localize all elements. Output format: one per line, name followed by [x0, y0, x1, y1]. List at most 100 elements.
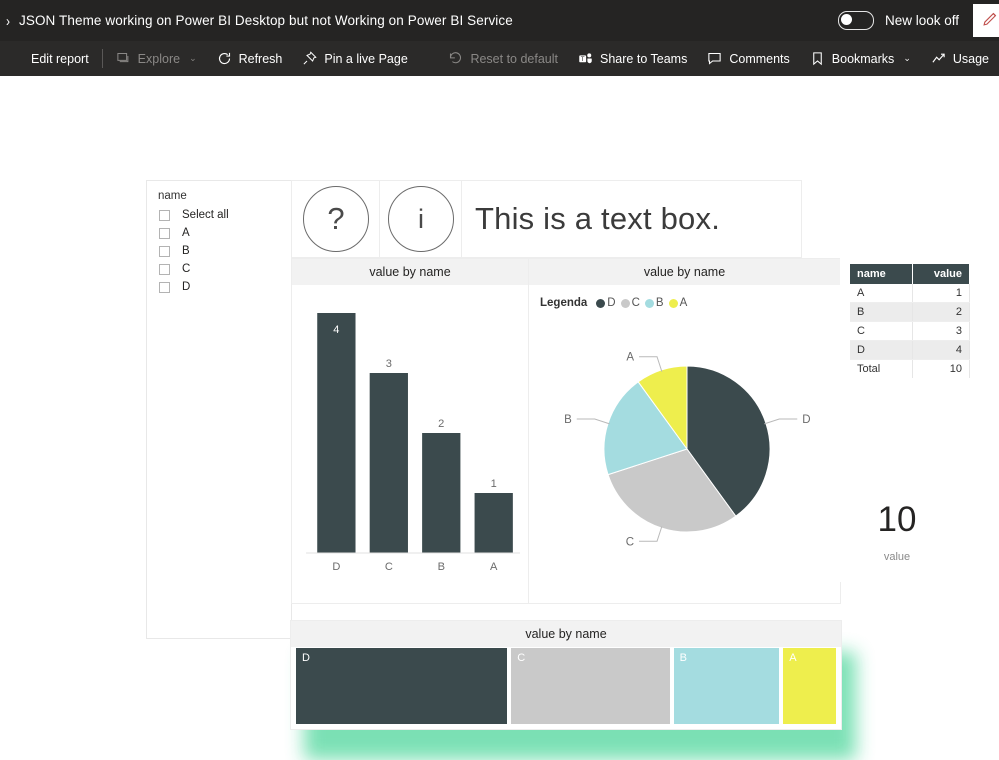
breadcrumb[interactable]: › JSON Theme working on Power BI Desktop… — [0, 13, 513, 28]
slicer-option-b[interactable]: B — [147, 243, 291, 260]
refresh-icon — [217, 51, 232, 66]
legend-item-c[interactable]: C — [620, 297, 640, 309]
table-cell-value: 4 — [912, 340, 970, 360]
legend-item-b[interactable]: B — [644, 297, 664, 309]
chevron-down-icon[interactable]: ⌄ — [903, 53, 911, 64]
checkbox-icon[interactable] — [159, 281, 170, 293]
share-to-teams-button[interactable]: T Share to Teams — [568, 41, 697, 76]
pie-data-label: C — [626, 536, 634, 548]
bar[interactable] — [369, 373, 408, 553]
bookmarks-button[interactable]: Bookmarks ⌄ — [800, 41, 921, 76]
bar-data-label: 1 — [491, 478, 497, 490]
pin-live-page-button[interactable]: Pin a live Page — [292, 41, 417, 76]
treemap-cell-label: B — [679, 652, 687, 664]
slicer-option-select-all[interactable]: Select all — [147, 207, 291, 224]
treemap-cell[interactable]: C — [511, 648, 670, 724]
treemap-cell-label: C — [517, 652, 526, 664]
question-glyph: ? — [327, 201, 345, 236]
comment-icon — [707, 51, 722, 66]
new-look-label: New look off — [884, 13, 959, 28]
legend-swatch-icon — [620, 298, 630, 308]
explore-icon — [116, 51, 131, 66]
pie-leader-line — [576, 418, 610, 425]
legend-title: Legenda — [540, 297, 588, 309]
checkbox-icon[interactable] — [159, 263, 170, 275]
pie-chart-plot[interactable]: Legenda D C B A DCBA — [529, 285, 840, 601]
info-glyph: i — [418, 203, 424, 234]
toggle-knob — [840, 14, 852, 25]
refresh-button[interactable]: Refresh — [207, 41, 293, 76]
edit-report-icon — [9, 51, 24, 66]
edit-report-button[interactable]: Edit report — [0, 41, 99, 76]
pie-leader-line — [639, 526, 663, 542]
table-visual[interactable]: name value A 1 B 2 C 3 D 4 Total 10 — [840, 258, 999, 482]
table-row[interactable]: B2 — [850, 302, 970, 322]
treemap-plot[interactable]: DCBA — [296, 648, 836, 724]
new-look-toggle-group[interactable]: New look off — [837, 11, 959, 30]
treemap-cell-label: A — [789, 652, 797, 664]
bar[interactable] — [317, 313, 356, 553]
bar[interactable] — [422, 433, 461, 553]
bar-chart-visual[interactable]: value by name 4 D 3 C 2 B 1 A — [291, 258, 529, 604]
table-row[interactable]: D4 — [850, 340, 970, 360]
pie-legend[interactable]: Legenda D C B A — [529, 285, 840, 309]
new-look-toggle[interactable] — [837, 11, 874, 30]
table-total-value: 10 — [912, 359, 970, 378]
pie-leader-line — [639, 356, 663, 372]
treemap-cell[interactable]: D — [296, 648, 508, 724]
table-row[interactable]: C3 — [850, 321, 970, 341]
usage-metrics-button[interactable]: Usage — [921, 41, 999, 76]
treemap-cell-label: D — [302, 652, 310, 664]
chevron-right-icon[interactable]: › — [6, 13, 10, 28]
text-box-content: This is a text box. — [475, 201, 721, 236]
text-box-visual[interactable]: This is a text box. — [461, 180, 802, 258]
bar-axis-label: B — [438, 561, 445, 573]
checkbox-icon[interactable] — [159, 209, 170, 221]
top-bar: › JSON Theme working on Power BI Desktop… — [0, 0, 999, 41]
table-total-row: Total 10 — [850, 359, 970, 378]
bar-chart-plot[interactable]: 4 D 3 C 2 B 1 A — [292, 285, 528, 601]
pie-data-label: B — [564, 414, 572, 426]
card-visual[interactable]: 10 value — [840, 482, 954, 582]
question-circle-icon: ? — [303, 186, 369, 252]
chevron-down-icon[interactable]: ⌄ — [189, 53, 197, 64]
bar-chart-svg: 4 D 3 C 2 B 1 A — [306, 313, 520, 573]
table-header-value[interactable]: value — [912, 264, 970, 284]
pen-button[interactable] — [973, 4, 999, 37]
table-row[interactable]: A1 — [850, 284, 970, 303]
info-shape-visual[interactable]: i — [379, 180, 463, 258]
table-header-name[interactable]: name — [850, 264, 913, 284]
bar-axis-label: D — [332, 561, 340, 573]
slicer-option-c[interactable]: C — [147, 261, 291, 278]
question-shape-visual[interactable]: ? — [291, 180, 381, 258]
comments-button[interactable]: Comments — [697, 41, 799, 76]
legend-swatch-icon — [596, 298, 606, 308]
slicer-option-d[interactable]: D — [147, 279, 291, 296]
table-cell-name: D — [850, 340, 913, 360]
comments-label: Comments — [729, 51, 790, 66]
reset-to-default-label: Reset to default — [470, 51, 559, 66]
legend-item-d[interactable]: D — [596, 297, 616, 309]
treemap-cell[interactable]: A — [783, 648, 836, 724]
report-title: JSON Theme working on Power BI Desktop b… — [19, 13, 513, 28]
bar-data-label: 2 — [438, 418, 444, 430]
slicer-option-a[interactable]: A — [147, 225, 291, 242]
pin-live-page-label: Pin a live Page — [324, 51, 408, 66]
data-table[interactable]: name value A 1 B 2 C 3 D 4 Total 10 — [850, 264, 970, 378]
bar[interactable] — [474, 493, 513, 553]
pie-chart-visual[interactable]: value by name Legenda D C B A D C B A — [528, 258, 841, 604]
bar-data-label: 4 — [333, 324, 339, 336]
reset-to-default-button[interactable]: Reset to default — [438, 41, 568, 76]
share-to-teams-label: Share to Teams — [600, 51, 688, 66]
table-cell-value: 3 — [912, 321, 970, 341]
legend-item-a[interactable]: A — [668, 297, 687, 309]
slicer-visual[interactable]: name Select all A B C D — [146, 180, 292, 639]
checkbox-icon[interactable] — [159, 245, 170, 257]
pie-data-label: A — [626, 352, 634, 364]
table-cell-value: 1 — [912, 284, 970, 303]
checkbox-icon[interactable] — [159, 227, 170, 239]
treemap-cell[interactable]: B — [673, 648, 780, 724]
pie-data-label: D — [802, 414, 810, 426]
treemap-visual[interactable]: value by name D C B A — [290, 620, 842, 730]
explore-button[interactable]: Explore ⌄ — [106, 41, 207, 76]
